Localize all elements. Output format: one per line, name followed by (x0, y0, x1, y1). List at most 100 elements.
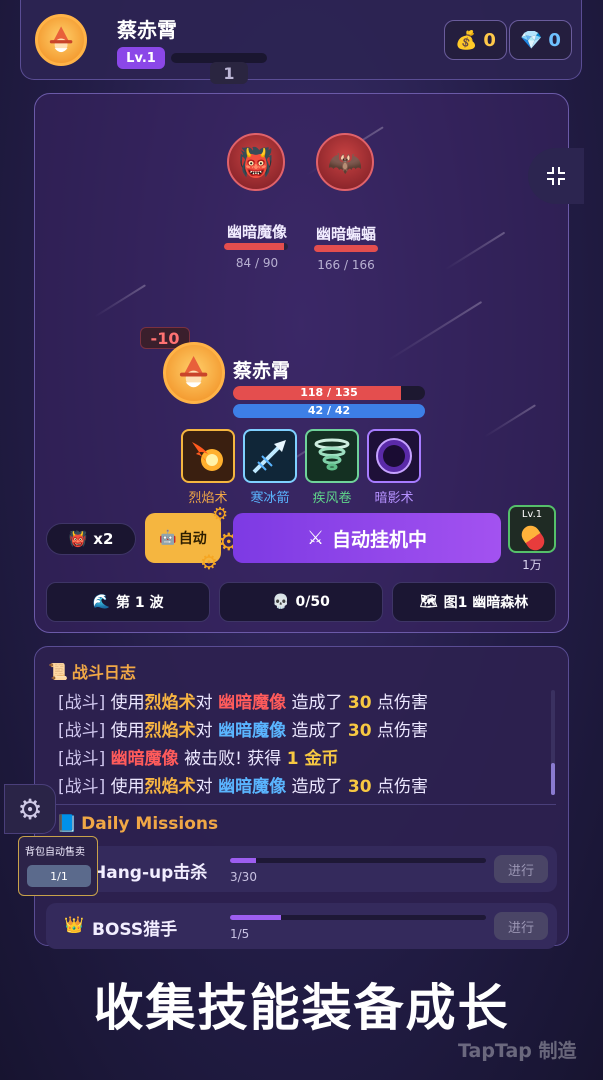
scroll-icon: 📜 (48, 661, 68, 681)
log-text: 对 (195, 721, 219, 741)
gold-counter[interactable]: 💰 0 (444, 20, 507, 60)
kill-count-button[interactable]: 💀 0/50 (219, 582, 383, 622)
log-tag: [战斗] (58, 749, 106, 769)
log-number: 30 (347, 777, 372, 797)
log-line: [战斗] 使用烈焰术对 幽暗魔像 造成了 30 点伤害 (58, 772, 428, 797)
log-enemy: 幽暗魔像 (218, 693, 287, 713)
demon-icon: 👹 (68, 530, 88, 548)
gear-icon: ⚙ (212, 504, 229, 525)
kill-count: 0/50 (295, 594, 330, 610)
hero-hp-bar: 118 / 135 (233, 386, 425, 400)
enemy-hp-bar (224, 243, 288, 250)
hangup-label: 自动挂机中 (332, 528, 428, 551)
mission-row: 👑 BOSS猎手 1/5 进行 (46, 903, 557, 949)
log-text: 使用 (105, 777, 145, 797)
mp-text: 42 / 42 (307, 404, 351, 417)
log-skill: 烈焰术 (144, 693, 196, 713)
book-icon: 📘 (56, 814, 78, 834)
log-text: 点伤害 (371, 721, 428, 741)
log-text: 造成了 (286, 693, 348, 713)
log-line: [战斗] 使用烈焰术对 幽暗魔像 造成了 30 点伤害 (58, 688, 428, 713)
enemy-hp-text: 166 / 166 (317, 258, 375, 272)
mission-name: Hang-up击杀 (92, 863, 208, 883)
divider (48, 804, 556, 805)
enemy-portrait-demon[interactable]: 👹 (227, 133, 285, 191)
log-text: 造成了 (286, 777, 348, 797)
log-title-text: 战斗日志 (71, 663, 136, 682)
robot-icon: 🤖 (159, 530, 177, 546)
skill-slot-fireball[interactable] (181, 429, 235, 483)
collapse-button[interactable] (528, 148, 584, 204)
log-text: 点伤害 (371, 693, 428, 713)
log-skill: 烈焰术 (144, 721, 196, 741)
log-number: 1 金币 (286, 749, 339, 769)
enemy-portrait-bat[interactable]: 🦇 (316, 133, 374, 191)
battle-log-title: 📜 战斗日志 (48, 659, 136, 683)
map-icon: 🗺 (419, 594, 438, 610)
log-line: [战斗] 使用烈焰术对 幽暗魔像 造成了 30 点伤害 (58, 716, 428, 741)
mission-count: 3/30 (230, 870, 257, 884)
potion-level: Lv.1 (521, 509, 543, 520)
log-tag: [战斗] (58, 693, 106, 713)
multiplier-label: x2 (93, 530, 114, 548)
log-line: [战斗] 幽暗魔像 被击败! 获得 1 金币 (58, 744, 338, 769)
progress-fill (230, 858, 256, 863)
pill-icon (518, 522, 548, 554)
missions-title-text: Daily Missions (81, 814, 219, 834)
log-tag: [战斗] (58, 721, 106, 741)
speed-multiplier-button[interactable]: 👹 x2 (46, 523, 136, 555)
progress-fill (230, 915, 282, 920)
log-enemy: 幽暗魔像 (218, 777, 287, 797)
skill-slot-tornado[interactable] (305, 429, 359, 483)
mission-count: 1/5 (230, 927, 250, 941)
map-button[interactable]: 🗺 图1 幽暗森林 (392, 582, 556, 622)
log-text: 对 (195, 777, 219, 797)
auto-label: 自动 (178, 531, 207, 547)
enemy-name: 幽暗蝙蝠 (315, 225, 376, 243)
log-enemy: 幽暗魔像 (218, 721, 287, 741)
collapse-icon (547, 167, 565, 185)
mission-row: Hang-up击杀 3/30 进行 (46, 846, 557, 892)
crown-icon: 👑 (64, 915, 84, 934)
player-name: 蔡赤霄 (117, 18, 177, 42)
settings-button[interactable]: ⚙ (4, 784, 56, 834)
wizard-icon (180, 356, 208, 388)
auto-hangup-button[interactable]: ⚔ 自动挂机中 (233, 513, 501, 563)
crossed-swords-icon: ⚔ (306, 527, 325, 549)
log-skill: 烈焰术 (144, 777, 196, 797)
log-text: 点伤害 (371, 777, 428, 797)
log-enemy: 幽暗魔像 (110, 749, 179, 769)
player-avatar[interactable] (35, 14, 87, 66)
bat-icon: 🦇 (327, 145, 363, 179)
skill-label: 烈焰术 (188, 491, 228, 506)
skill-label: 疾风卷 (312, 491, 352, 506)
gear-icon: ⚙ (17, 792, 43, 826)
mission-go-button[interactable]: 进行 (494, 855, 548, 883)
mission-name: BOSS猎手 (92, 920, 178, 940)
log-number: 30 (347, 693, 372, 713)
hero-avatar[interactable] (163, 342, 225, 404)
mission-progress-bar (230, 858, 486, 863)
mission-go-button[interactable]: 进行 (494, 912, 548, 940)
skill-slot-ice-arrow[interactable] (243, 429, 297, 483)
auto-sell-label: 背包自动售卖 (25, 847, 85, 858)
missions-title: 📘 Daily Missions (56, 814, 218, 834)
gem-counter[interactable]: 💎 0 (509, 20, 572, 60)
fireball-icon (192, 442, 223, 471)
hero-mp-bar: 42 / 42 (233, 404, 425, 418)
potion-count: 1万 (522, 558, 542, 572)
wizard-icon (49, 26, 73, 53)
skill-label: 暗影术 (374, 491, 414, 506)
taptap-watermark: TapTap 制造 (458, 1040, 577, 1062)
auto-sell-panel[interactable]: 背包自动售卖 1/1 (18, 836, 98, 896)
log-scrollbar-thumb[interactable] (551, 763, 555, 795)
gear-icon: ⚙ (200, 550, 218, 574)
map-label: 图1 幽暗森林 (443, 595, 529, 611)
log-number: 30 (347, 721, 372, 741)
skill-slot-shadow[interactable] (367, 429, 421, 483)
log-tag: [战斗] (58, 777, 106, 797)
skill-label: 寒冰箭 (250, 491, 290, 506)
potion-slot[interactable]: Lv.1 (508, 505, 556, 554)
hp-fill (224, 243, 284, 250)
wave-button[interactable]: 🌊 第 1 波 (46, 582, 210, 622)
